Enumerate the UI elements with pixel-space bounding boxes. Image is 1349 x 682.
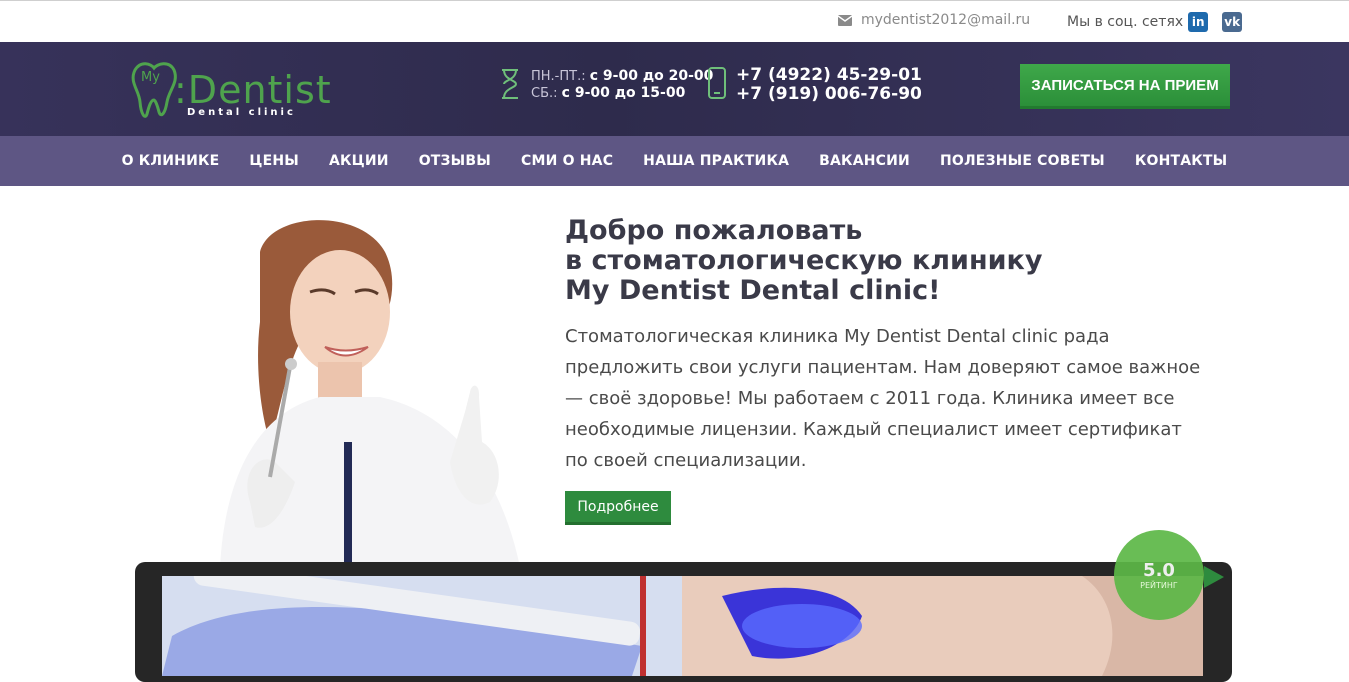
logo-prefix: My xyxy=(141,70,160,85)
hero-title-line-3: My Dentist Dental clinic! xyxy=(565,275,941,306)
rating-badge[interactable]: 5.0 РЕЙТИНГ xyxy=(1114,530,1204,620)
hero-description: Стоматологическая клиника My Dentist Den… xyxy=(565,326,1201,471)
weekdays-label: ПН.-ПТ.: xyxy=(531,69,586,84)
top-bar: mydentist2012@mail.ru Мы в соц. сетях in… xyxy=(0,0,1349,42)
rating-value: 5.0 xyxy=(1143,560,1175,581)
dentist-photo xyxy=(220,220,520,567)
video-preview[interactable] xyxy=(162,576,1203,676)
nav-item-tips[interactable]: ПОЛЕЗНЫЕ СОВЕТЫ xyxy=(925,153,1120,169)
nav-item-media[interactable]: СМИ О НАС xyxy=(506,153,628,169)
weekdays-hours: с 9-00 до 20-00 xyxy=(589,68,714,84)
hero-title: Добро пожаловать в стоматологическую кли… xyxy=(565,216,1042,306)
rating-label: РЕЙТИНГ xyxy=(1140,581,1178,590)
nav-item-practice[interactable]: НАША ПРАКТИКА xyxy=(628,153,804,169)
linkedin-icon[interactable]: in xyxy=(1188,12,1209,32)
logo-subtitle: Dental clinic xyxy=(187,107,296,118)
more-button[interactable]: Подробнее xyxy=(565,491,671,525)
nav-item-about[interactable]: О КЛИНИКЕ xyxy=(107,153,235,169)
nav-item-vacancies[interactable]: ВАКАНСИИ xyxy=(804,153,925,169)
envelope-icon xyxy=(838,14,852,26)
phone-numbers: +7 (4922) 45-29-01 +7 (919) 006-76-90 xyxy=(736,66,922,104)
hourglass-icon xyxy=(502,69,518,99)
site-header: :Dentist My Dental clinic ПН.-ПТ.: с 9-0… xyxy=(0,42,1349,136)
email-link[interactable]: mydentist2012@mail.ru xyxy=(861,12,1030,28)
working-hours: ПН.-ПТ.: с 9-00 до 20-00 СБ.: с 9-00 до … xyxy=(531,68,713,102)
social-links: Мы в соц. сетях in vk xyxy=(1067,12,1243,32)
logo-wordmark: :Dentist xyxy=(174,68,332,112)
hero-title-line-1: Добро пожаловать xyxy=(565,215,863,246)
main-nav: О КЛИНИКЕ ЦЕНЫ АКЦИИ ОТЗЫВЫ СМИ О НАС НА… xyxy=(0,136,1349,186)
phone-number-1[interactable]: +7 (4922) 45-29-01 xyxy=(736,66,922,85)
saturday-label: СБ.: xyxy=(531,86,558,101)
saturday-hours: с 9-00 до 15-00 xyxy=(561,85,686,101)
teeth-whitening-image xyxy=(162,576,1203,676)
nav-item-contacts[interactable]: КОНТАКТЫ xyxy=(1120,153,1243,169)
phone-icon xyxy=(708,67,726,99)
social-label: Мы в соц. сетях xyxy=(1067,14,1184,30)
appointment-button[interactable]: ЗАПИСАТЬСЯ НА ПРИЕМ xyxy=(1020,64,1230,109)
play-arrow-icon[interactable] xyxy=(1204,566,1224,588)
email-contact[interactable]: mydentist2012@mail.ru xyxy=(838,12,1030,28)
nav-item-promotions[interactable]: АКЦИИ xyxy=(314,153,404,169)
nav-item-reviews[interactable]: ОТЗЫВЫ xyxy=(404,153,506,169)
logo[interactable]: :Dentist My Dental clinic xyxy=(129,60,332,124)
vk-icon[interactable]: vk xyxy=(1222,12,1243,32)
phone-number-2[interactable]: +7 (919) 006-76-90 xyxy=(736,85,922,104)
nav-item-prices[interactable]: ЦЕНЫ xyxy=(234,153,314,169)
hero-title-line-2: в стоматологическую клинику xyxy=(565,245,1043,276)
